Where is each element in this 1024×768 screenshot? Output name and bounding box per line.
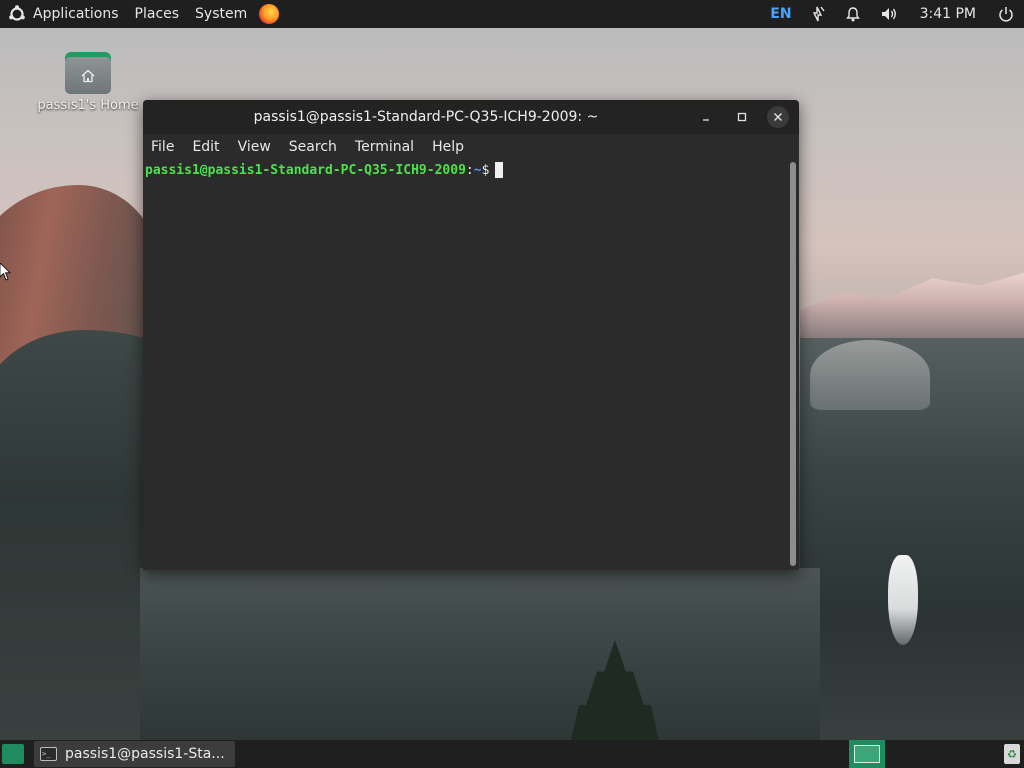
top-panel: Applications Places System EN 3:41 PM bbox=[0, 0, 1024, 28]
menu-file[interactable]: File bbox=[145, 139, 180, 155]
prompt-user-host: passis1@passis1-Standard-PC-Q35-ICH9-200… bbox=[145, 162, 466, 178]
taskbar-item-label: passis1@passis1-Sta... bbox=[65, 746, 225, 762]
firefox-launcher-icon[interactable] bbox=[259, 4, 280, 24]
home-folder-label: passis1's Home bbox=[37, 98, 139, 113]
keyboard-layout-indicator[interactable]: EN bbox=[760, 0, 801, 28]
taskbar-terminal-item[interactable]: >_ passis1@passis1-Sta... bbox=[34, 741, 235, 767]
desktop-home-folder[interactable]: passis1's Home bbox=[30, 52, 146, 113]
system-menu[interactable]: System bbox=[187, 0, 255, 28]
minimize-button[interactable] bbox=[695, 106, 717, 128]
menu-terminal[interactable]: Terminal bbox=[349, 139, 420, 155]
applications-menu[interactable]: Applications bbox=[0, 0, 127, 28]
system-label: System bbox=[195, 6, 248, 22]
wallpaper-canyon bbox=[140, 568, 820, 748]
prompt-path: ~ bbox=[473, 162, 482, 178]
trash-icon[interactable]: ♻ bbox=[1004, 744, 1020, 764]
wallpaper-waterfall bbox=[888, 555, 918, 645]
workspace-1[interactable] bbox=[854, 745, 880, 763]
scrollbar-thumb[interactable] bbox=[790, 162, 796, 566]
bottom-panel: >_ passis1@passis1-Sta... ♻ bbox=[0, 740, 1024, 768]
maximize-button[interactable] bbox=[731, 106, 753, 128]
wallpaper-snow-ridge bbox=[800, 268, 1024, 338]
terminal-menubar: File Edit View Search Terminal Help bbox=[143, 134, 799, 160]
prompt-separator: : bbox=[465, 162, 474, 178]
show-desktop-button[interactable] bbox=[2, 744, 24, 764]
menu-edit[interactable]: Edit bbox=[186, 139, 225, 155]
notification-bell-icon[interactable] bbox=[836, 0, 870, 28]
terminal-output[interactable]: passis1@passis1-Standard-PC-Q35-ICH9-200… bbox=[143, 160, 787, 570]
terminal-window[interactable]: passis1@passis1-Standard-PC-Q35-ICH9-200… bbox=[143, 100, 799, 570]
menu-search[interactable]: Search bbox=[283, 139, 343, 155]
mouse-pointer-icon bbox=[0, 263, 11, 281]
minimize-icon bbox=[703, 119, 709, 121]
volume-icon[interactable] bbox=[870, 0, 908, 28]
ubuntu-logo-icon bbox=[8, 5, 26, 23]
places-menu[interactable]: Places bbox=[127, 0, 188, 28]
menu-help[interactable]: Help bbox=[426, 139, 470, 155]
places-label: Places bbox=[134, 6, 180, 22]
window-title: passis1@passis1-Standard-PC-Q35-ICH9-200… bbox=[253, 109, 599, 125]
terminal-icon: >_ bbox=[40, 747, 57, 761]
home-folder-icon bbox=[65, 52, 111, 94]
menu-view[interactable]: View bbox=[232, 139, 277, 155]
clock[interactable]: 3:41 PM bbox=[908, 6, 988, 22]
prompt-sign: $ bbox=[481, 162, 490, 178]
terminal-scrollbar[interactable] bbox=[790, 162, 796, 566]
workspace-switcher[interactable] bbox=[849, 740, 885, 768]
terminal-titlebar[interactable]: passis1@passis1-Standard-PC-Q35-ICH9-200… bbox=[143, 100, 799, 134]
power-icon[interactable] bbox=[988, 0, 1024, 28]
prompt-line: passis1@passis1-Standard-PC-Q35-ICH9-200… bbox=[143, 160, 787, 180]
maximize-icon bbox=[737, 112, 747, 122]
applications-label: Applications bbox=[33, 6, 119, 22]
close-icon bbox=[774, 113, 782, 121]
close-button[interactable] bbox=[767, 106, 789, 128]
network-icon[interactable] bbox=[802, 0, 836, 28]
text-cursor bbox=[495, 162, 504, 178]
wallpaper-rock bbox=[810, 340, 930, 410]
desktop: Applications Places System EN 3:41 PM pa… bbox=[0, 0, 1024, 768]
